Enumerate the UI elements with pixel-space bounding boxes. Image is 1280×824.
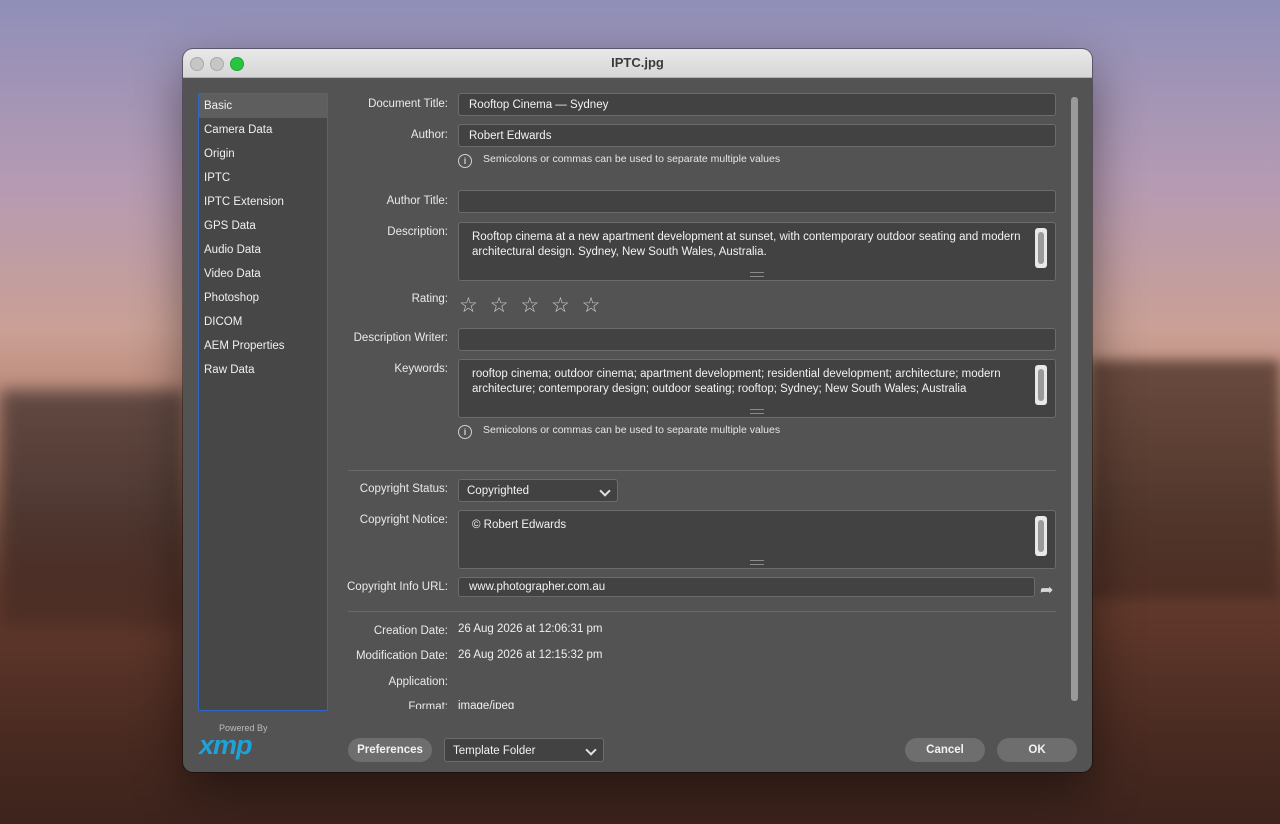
keywords-label: Keywords: <box>394 363 448 375</box>
template-folder-label: Template Folder <box>453 745 536 757</box>
rating-label: Rating: <box>411 293 448 305</box>
format-value: image/jpeg <box>458 700 515 709</box>
chevron-down-icon <box>599 485 611 497</box>
modification-date-label: Modification Date: <box>355 650 448 662</box>
modification-date-value: 26 Aug 2026 at 12:15:32 pm <box>458 649 603 661</box>
sidebar-item-origin[interactable]: Origin <box>199 142 327 166</box>
multi-value-hint-2: i Semicolons or commas can be used to sep… <box>458 424 780 439</box>
copyright-notice-field[interactable]: © Robert Edwards <box>458 510 1056 569</box>
application-label: Application: <box>388 676 448 688</box>
category-sidebar: Basic Camera Data Origin IPTC IPTC Exten… <box>198 93 328 711</box>
resize-grip-icon[interactable] <box>750 560 764 565</box>
section-divider <box>348 470 1056 471</box>
description-writer-field[interactable] <box>458 328 1056 351</box>
sidebar-item-video-data[interactable]: Video Data <box>199 262 327 286</box>
ok-button[interactable]: OK <box>997 738 1077 762</box>
description-writer-label: Description Writer: <box>353 332 448 344</box>
rating-stars[interactable]: ☆ ☆ ☆ ☆ ☆ <box>459 293 603 318</box>
format-label: Format: <box>408 701 448 709</box>
resize-grip-icon[interactable] <box>750 272 764 277</box>
template-folder-select[interactable]: Template Folder <box>444 738 604 762</box>
description-field[interactable]: Rooftop cinema at a new apartment develo… <box>458 222 1056 281</box>
description-scrollbar[interactable] <box>1035 228 1047 268</box>
document-title-label: Document Title: <box>368 98 448 110</box>
author-field[interactable]: Robert Edwards <box>458 124 1056 147</box>
format-row-clip: Format: image/jpeg <box>183 695 1063 709</box>
section-divider-2 <box>348 611 1056 612</box>
copyright-notice-label: Copyright Notice: <box>359 514 448 526</box>
xmp-logo: xmp <box>199 730 253 760</box>
copyright-url-label: Copyright Info URL: <box>347 581 448 593</box>
chevron-down-icon <box>585 744 597 756</box>
title-bar: IPTC.jpg <box>183 49 1092 78</box>
author-title-label: Author Title: <box>386 195 448 207</box>
sidebar-item-iptc[interactable]: IPTC <box>199 166 327 190</box>
preferences-button[interactable]: Preferences <box>348 738 432 762</box>
share-arrow-icon[interactable]: ➦ <box>1040 580 1053 600</box>
author-title-field[interactable] <box>458 190 1056 213</box>
copyright-notice-text: © Robert Edwards <box>472 519 567 531</box>
main-vertical-scrollbar[interactable] <box>1071 97 1078 701</box>
keywords-scrollbar[interactable] <box>1035 365 1047 405</box>
copyright-status-select[interactable]: Copyrighted <box>458 479 618 502</box>
info-icon: i <box>458 154 472 168</box>
resize-grip-icon[interactable] <box>750 409 764 414</box>
author-label: Author: <box>410 129 448 141</box>
creation-date-value: 26 Aug 2026 at 12:06:31 pm <box>458 623 603 635</box>
document-title-field[interactable]: Rooftop Cinema — Sydney <box>458 93 1056 116</box>
hint-text: Semicolons or commas can be used to sepa… <box>483 153 781 165</box>
copyright-notice-scrollbar[interactable] <box>1035 516 1047 556</box>
cancel-button[interactable]: Cancel <box>905 738 985 762</box>
creation-date-label: Creation Date: <box>373 625 448 637</box>
keywords-field[interactable]: rooftop cinema; outdoor cinema; apartmen… <box>458 359 1056 418</box>
sidebar-item-audio-data[interactable]: Audio Data <box>199 238 327 262</box>
description-label: Description: <box>387 226 448 238</box>
info-icon: i <box>458 425 472 439</box>
description-text: Rooftop cinema at a new apartment develo… <box>472 231 1021 258</box>
multi-value-hint: i Semicolons or commas can be used to sep… <box>458 153 780 168</box>
copyright-status-value: Copyrighted <box>467 485 530 497</box>
copyright-status-label: Copyright Status: <box>359 483 448 495</box>
keywords-text: rooftop cinema; outdoor cinema; apartmen… <box>472 368 1001 395</box>
hint-text: Semicolons or commas can be used to sepa… <box>483 424 781 436</box>
sidebar-item-dicom[interactable]: DICOM <box>199 310 327 334</box>
file-info-dialog: IPTC.jpg Basic Camera Data Origin IPTC I… <box>183 49 1092 772</box>
window-title: IPTC.jpg <box>611 55 664 70</box>
copyright-url-field[interactable]: www.photographer.com.au <box>458 577 1035 597</box>
